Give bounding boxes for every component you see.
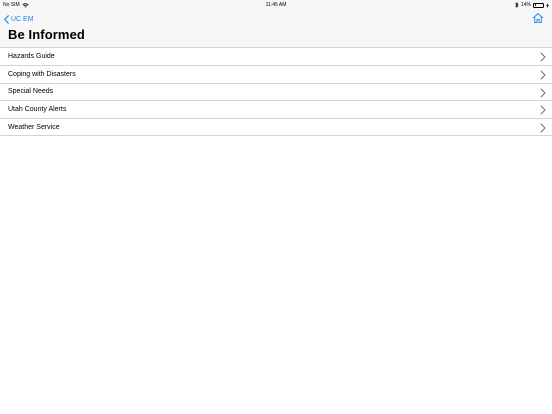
page-title: Be Informed	[8, 27, 85, 42]
bluetooth-icon	[515, 2, 519, 8]
navigation-header: UC EM Be Informed	[0, 10, 552, 47]
list-item-label: Utah County Alerts	[8, 106, 67, 114]
status-right: 14%	[515, 0, 549, 10]
back-button[interactable]: UC EM	[4, 13, 34, 25]
charging-bolt-icon	[546, 2, 549, 8]
chevron-right-icon	[540, 88, 546, 98]
status-bar: No SIM 11:45 AM 14%	[0, 0, 552, 10]
list-item-weather-service[interactable]: Weather Service	[0, 118, 552, 136]
back-button-label: UC EM	[11, 15, 34, 23]
list-item-label: Weather Service	[8, 123, 60, 131]
battery-level-fill	[534, 4, 536, 6]
list-item-hazards-guide[interactable]: Hazards Guide	[0, 47, 552, 65]
list-item-label: Special Needs	[8, 88, 54, 96]
battery-percent: 14%	[520, 2, 531, 8]
battery-icon	[533, 2, 544, 8]
status-time: 11:45 AM	[265, 2, 287, 8]
chevron-right-icon	[540, 105, 546, 115]
chevron-left-icon	[4, 14, 9, 24]
list-item-special-needs[interactable]: Special Needs	[0, 82, 552, 101]
chevron-right-icon	[540, 70, 546, 80]
chevron-right-icon	[540, 123, 546, 133]
menu-list: Hazards Guide Coping with Disasters Spec…	[0, 47, 552, 136]
chevron-right-icon	[540, 52, 546, 62]
home-icon[interactable]	[532, 12, 544, 24]
list-item-utah-county-alerts[interactable]: Utah County Alerts	[0, 100, 552, 119]
list-item-label: Coping with Disasters	[8, 70, 76, 78]
list-item-label: Hazards Guide	[8, 52, 55, 60]
list-item-coping-with-disasters[interactable]: Coping with Disasters	[0, 64, 552, 83]
